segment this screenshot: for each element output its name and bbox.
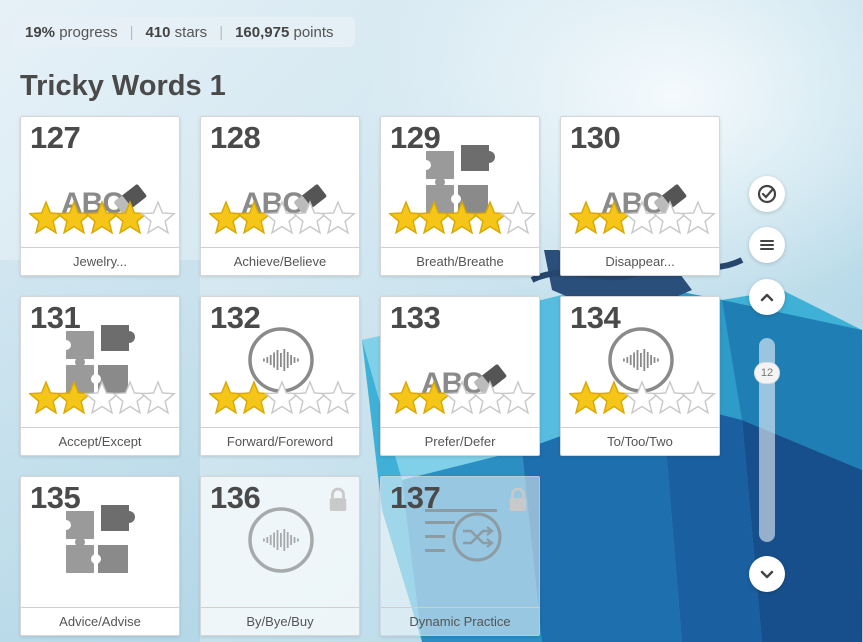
lesson-card[interactable]: 130 ABC Disappear...: [560, 116, 720, 276]
check-circle-icon: [757, 184, 777, 204]
star-empty-icon: [680, 200, 716, 235]
star-filled-icon: [569, 200, 604, 235]
star-filled-icon: [236, 380, 272, 415]
star-empty-icon: [292, 380, 328, 415]
star-filled-icon: [209, 380, 244, 415]
star-empty-icon: [472, 380, 508, 415]
lesson-card[interactable]: 127 ABC Jewelry...: [20, 116, 180, 276]
star-filled-icon: [29, 200, 64, 235]
star-rating: [389, 200, 536, 235]
star-rating: [29, 380, 176, 415]
lesson-label: Advice/Advise: [21, 607, 179, 635]
star-empty-icon: [264, 200, 300, 235]
lesson-card[interactable]: 132 Forward/Foreword: [200, 296, 360, 456]
star-rating: [209, 200, 356, 235]
star-rating: [569, 200, 716, 235]
lesson-card[interactable]: 133 ABC Prefer/Defer: [380, 296, 540, 456]
stars-value: 410: [145, 23, 171, 41]
lesson-label: To/Too/Two: [561, 427, 719, 455]
lesson-label: Breath/Breathe: [381, 247, 539, 275]
lesson-label: By/Bye/Buy: [201, 607, 359, 635]
points-label: points: [293, 23, 334, 41]
lesson-label: Prefer/Defer: [381, 427, 539, 455]
star-filled-icon: [444, 200, 480, 235]
lesson-label: Achieve/Believe: [201, 247, 359, 275]
star-empty-icon: [320, 380, 356, 415]
audio-wave-graphic: [248, 507, 314, 573]
star-empty-icon: [652, 380, 688, 415]
star-empty-icon: [624, 380, 660, 415]
star-empty-icon: [680, 380, 716, 415]
star-filled-icon: [596, 200, 632, 235]
lesson-card[interactable]: 134 To/Too/Two: [560, 296, 720, 456]
star-filled-icon: [236, 200, 272, 235]
lesson-label: Jewelry...: [21, 247, 179, 275]
lock-icon: [509, 487, 527, 511]
lesson-card[interactable]: 135 Advice/Advise: [20, 476, 180, 636]
star-empty-icon: [652, 200, 688, 235]
chevron-down-icon: [760, 570, 774, 579]
shuffle-list-icon: [425, 509, 502, 562]
star-empty-icon: [264, 380, 300, 415]
audio-wave-icon: [248, 507, 314, 573]
shuffle-list-graphic: [425, 509, 502, 562]
menu-button[interactable]: [749, 227, 785, 263]
scroll-up-button[interactable]: [749, 279, 785, 315]
star-empty-icon: [500, 380, 536, 415]
lesson-card[interactable]: 128 ABC Achieve/Believe: [200, 116, 360, 276]
puzzle-icon: [61, 505, 135, 573]
star-filled-icon: [29, 380, 64, 415]
star-rating: [209, 380, 356, 415]
star-filled-icon: [84, 200, 120, 235]
star-empty-icon: [112, 380, 148, 415]
completed-filter-button[interactable]: [749, 176, 785, 212]
star-empty-icon: [84, 380, 120, 415]
lesson-card[interactable]: 129 Breath/Breathe: [380, 116, 540, 276]
lesson-card[interactable]: 137 Dynamic Practice: [380, 476, 540, 636]
divider: |: [219, 23, 224, 41]
lock-icon: [329, 487, 347, 511]
progress-label: progress: [59, 23, 118, 41]
star-rating: [569, 380, 716, 415]
star-empty-icon: [140, 200, 176, 235]
star-rating: [29, 200, 176, 235]
lesson-card[interactable]: 136 By/Bye/Buy: [200, 476, 360, 636]
lesson-label: Dynamic Practice: [381, 607, 539, 635]
page-title: Tricky Words 1: [20, 70, 226, 102]
stars-label: stars: [174, 23, 208, 41]
stats-bar: 19% progress | 410 stars | 160,975 point…: [10, 17, 355, 47]
star-filled-icon: [56, 380, 92, 415]
star-rating: [389, 380, 536, 415]
points-value: 160,975: [235, 23, 290, 41]
star-empty-icon: [320, 200, 356, 235]
menu-icon: [760, 240, 774, 250]
star-empty-icon: [500, 200, 536, 235]
lesson-card[interactable]: 131 Accept/Except: [20, 296, 180, 456]
star-empty-icon: [292, 200, 328, 235]
scroll-down-button[interactable]: [749, 556, 785, 592]
star-empty-icon: [444, 380, 480, 415]
star-filled-icon: [209, 200, 244, 235]
star-filled-icon: [416, 200, 452, 235]
star-empty-icon: [624, 200, 660, 235]
star-filled-icon: [56, 200, 92, 235]
star-filled-icon: [112, 200, 148, 235]
star-filled-icon: [389, 200, 424, 235]
lesson-label: Accept/Except: [21, 427, 179, 455]
star-empty-icon: [140, 380, 176, 415]
star-filled-icon: [416, 380, 452, 415]
lesson-label: Disappear...: [561, 247, 719, 275]
divider: |: [129, 23, 134, 41]
star-filled-icon: [569, 380, 604, 415]
chevron-up-icon: [760, 293, 774, 302]
star-filled-icon: [389, 380, 424, 415]
lesson-label: Forward/Foreword: [201, 427, 359, 455]
puzzle-graphic: [61, 505, 135, 573]
scroll-position-badge[interactable]: 12: [754, 362, 780, 384]
star-filled-icon: [596, 380, 632, 415]
progress-value: 19%: [25, 23, 56, 41]
star-filled-icon: [472, 200, 508, 235]
